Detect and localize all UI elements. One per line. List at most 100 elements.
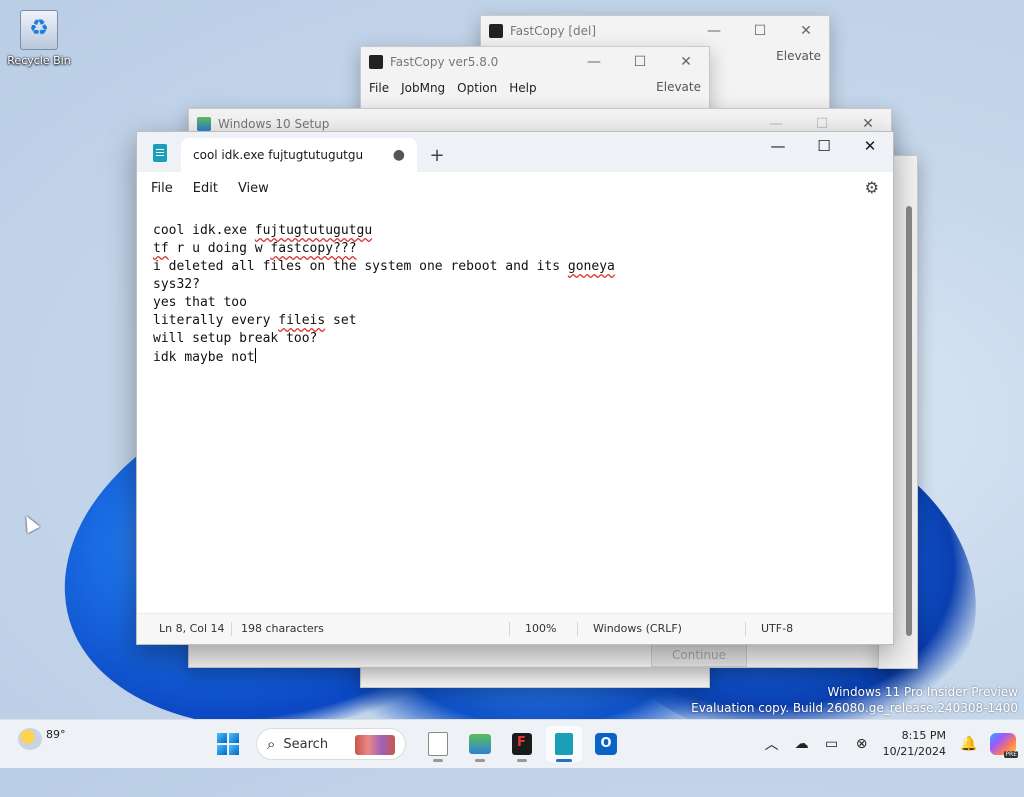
maximize-button[interactable]: ☐ <box>801 132 847 160</box>
close-icon: ✕ <box>862 116 874 132</box>
partly-cloudy-icon <box>18 728 42 750</box>
close-button[interactable]: ✕ <box>663 47 709 77</box>
copilot-icon[interactable] <box>990 733 1018 758</box>
zoom-level[interactable]: 100% <box>525 622 556 635</box>
editor-line: sys32? <box>153 277 200 292</box>
search-placeholder: Search <box>283 736 329 752</box>
close-button[interactable]: ✕ <box>847 132 893 160</box>
onedrive-offline-icon[interactable]: ☁ <box>787 736 817 752</box>
window-title: Windows 10 Setup <box>218 117 330 131</box>
status-bar: Ln 8, Col 14 198 characters 100% Windows… <box>137 613 893 644</box>
settings-gear-icon[interactable]: ⚙ <box>865 178 879 197</box>
misspelled-word: tf <box>153 241 169 256</box>
menu-edit[interactable]: Edit <box>183 181 228 196</box>
desktop-icon-recycle-bin[interactable]: Recycle Bin <box>6 8 72 67</box>
minimize-button[interactable]: — <box>691 16 737 46</box>
outlook-icon: O <box>595 733 617 755</box>
editor-line: yes that too <box>153 295 247 310</box>
text-editor[interactable]: cool idk.exe fujtugtutugutgu tf r u doin… <box>137 204 893 614</box>
notepad-app-icon <box>153 144 167 162</box>
encoding[interactable]: UTF-8 <box>761 622 793 635</box>
maximize-icon: ☐ <box>633 54 647 70</box>
notepad-icon <box>555 733 573 755</box>
evaluation-watermark: Windows 11 Pro Insider Preview Evaluatio… <box>691 684 1018 716</box>
taskbar-notepad[interactable] <box>546 726 582 762</box>
minimize-icon: — <box>769 116 783 132</box>
minimize-button[interactable]: — <box>571 47 617 77</box>
editor-line: literally every fileis set <box>153 313 357 328</box>
weather-widget[interactable]: 89° <box>18 728 66 750</box>
chevron-up-icon[interactable]: ︿ <box>757 734 787 754</box>
recycle-bin-icon <box>20 10 58 50</box>
editor-line: i deleted all files on the system one re… <box>153 259 615 274</box>
maximize-button[interactable]: ☐ <box>737 16 783 46</box>
minimize-icon: — <box>587 54 601 70</box>
taskbar-setup[interactable] <box>462 726 498 762</box>
taskbar-outlook[interactable]: O <box>588 726 624 762</box>
clock-date: 10/21/2024 <box>882 745 946 758</box>
minimize-icon: — <box>770 137 786 155</box>
status-divider <box>231 622 232 636</box>
fastcopy-icon <box>512 733 532 755</box>
editor-line: tf r u doing w fastcopy??? <box>153 241 357 256</box>
notepad-menubar: File Edit View ⚙ <box>137 172 893 204</box>
continue-button[interactable]: Continue <box>651 643 747 667</box>
taskbar-file-explorer[interactable] <box>420 726 456 762</box>
maximize-icon: ☐ <box>817 137 831 155</box>
fastcopy-app-icon <box>369 55 383 69</box>
recycle-bin-label: Recycle Bin <box>7 54 71 67</box>
weather-temperature: 89° <box>46 727 66 741</box>
network-off-icon[interactable]: ⊗ <box>847 736 877 752</box>
menu-option[interactable]: Option <box>451 81 503 95</box>
running-indicator <box>475 759 485 762</box>
new-tab-button[interactable]: + <box>417 138 457 172</box>
taskbar-search[interactable]: ⌕ Search <box>256 728 406 760</box>
window-title: FastCopy ver5.8.0 <box>390 55 499 69</box>
misspelled-word: goneya <box>567 259 615 274</box>
maximize-icon: ☐ <box>815 116 829 132</box>
unsaved-dot-icon[interactable]: ● <box>393 147 405 163</box>
status-divider <box>509 622 510 636</box>
windows-logo-icon <box>217 733 239 755</box>
notepad-tab-bar: cool idk.exe fujtugtutugutgu ● + — ☐ ✕ <box>137 132 893 172</box>
status-divider <box>745 622 746 636</box>
minimize-button[interactable]: — <box>755 132 801 160</box>
misspelled-word: fileis <box>278 313 326 328</box>
status-divider <box>577 622 578 636</box>
active-indicator <box>556 759 572 762</box>
display-icon[interactable]: ▭ <box>817 736 847 752</box>
setup-app-icon <box>197 117 211 131</box>
line-ending[interactable]: Windows (CRLF) <box>593 622 682 635</box>
close-button[interactable]: ✕ <box>783 16 829 46</box>
maximize-button[interactable]: ☐ <box>617 47 663 77</box>
taskbar-fastcopy[interactable] <box>504 726 540 762</box>
file-icon <box>428 732 448 756</box>
menu-jobmng[interactable]: JobMng <box>395 81 451 95</box>
window-title: FastCopy [del] <box>510 24 597 38</box>
vertical-scrollbar[interactable] <box>904 174 914 650</box>
editor-line: cool idk.exe fujtugtutugutgu <box>153 223 373 238</box>
scrollbar-thumb[interactable] <box>906 206 912 636</box>
system-tray: ︿ ☁ ▭ ⊗ 8:15 PM 10/21/2024 🔔 <box>757 720 1024 768</box>
misspelled-word: fujtugtutugutgu <box>254 223 373 238</box>
elevate-button[interactable]: Elevate <box>776 49 821 63</box>
menu-help[interactable]: Help <box>503 81 542 95</box>
search-highlight-icon <box>355 735 395 755</box>
cursor-position: Ln 8, Col 14 <box>159 622 225 635</box>
notification-bell-icon[interactable]: 🔔 <box>954 736 984 752</box>
clock[interactable]: 8:15 PM 10/21/2024 <box>877 728 954 760</box>
watermark-line: Evaluation copy. Build 26080.ge_release.… <box>691 701 1018 715</box>
watermark-line: Windows 11 Pro Insider Preview <box>827 685 1018 699</box>
notepad-window[interactable]: cool idk.exe fujtugtutugutgu ● + — ☐ ✕ F… <box>136 131 894 645</box>
minimize-icon: — <box>707 23 721 39</box>
character-count: 198 characters <box>241 622 324 635</box>
menu-file[interactable]: File <box>141 181 183 196</box>
elevate-button[interactable]: Elevate <box>656 80 701 94</box>
maximize-icon: ☐ <box>753 23 767 39</box>
start-button[interactable] <box>210 726 246 762</box>
menu-file[interactable]: File <box>363 81 395 95</box>
menu-view[interactable]: View <box>228 181 279 196</box>
editor-line: idk maybe not <box>153 348 256 365</box>
notepad-tab[interactable]: cool idk.exe fujtugtutugutgu ● <box>181 138 417 172</box>
running-indicator <box>517 759 527 762</box>
